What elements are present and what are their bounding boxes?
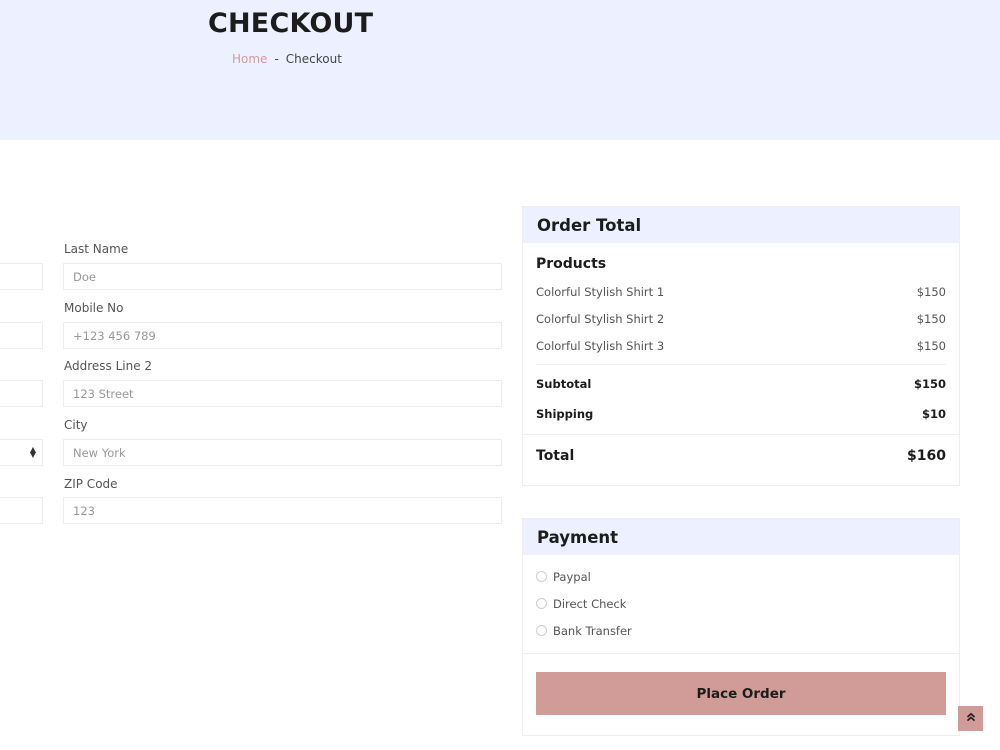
zip-code-field[interactable] — [63, 497, 502, 524]
address-line-2-label: Address Line 2 — [64, 359, 153, 373]
products-title: Products — [536, 256, 607, 272]
subtotal-value: $150 — [913, 377, 946, 391]
checkout-page: CHECKOUT Home - Checkout ▲▼ Last Name Mo… — [0, 0, 1000, 750]
shipping-value: $10 — [921, 407, 946, 421]
payment-option-bank-transfer[interactable]: Bank Transfer — [536, 617, 946, 644]
shipping-label: Shipping — [536, 407, 594, 421]
last-name-field[interactable] — [63, 263, 502, 290]
payment-option-direct-check[interactable]: Direct Check — [536, 590, 946, 617]
order-total-heading: Order Total — [523, 207, 959, 243]
total-row: Total $160 — [523, 435, 959, 477]
product-name: Colorful Stylish Shirt 3 — [536, 338, 665, 353]
subtotal-row: Subtotal $150 — [536, 369, 946, 399]
payment-heading: Payment — [523, 519, 959, 555]
payment-options: Paypal Direct Check Bank Transfer — [523, 555, 959, 644]
breadcrumb-separator: - — [274, 52, 279, 66]
payment-option-label: Bank Transfer — [553, 623, 632, 638]
product-row: Colorful Stylish Shirt 2 $150 — [536, 305, 946, 332]
page-title: CHECKOUT — [208, 8, 374, 39]
first-name-field[interactable] — [0, 263, 43, 290]
zip-code-label: ZIP Code — [64, 477, 118, 491]
product-list: Colorful Stylish Shirt 1 $150 Colorful S… — [536, 278, 946, 359]
total-label: Total — [536, 448, 575, 464]
total-value: $160 — [907, 448, 946, 464]
product-price: $150 — [916, 338, 946, 353]
state-field[interactable] — [0, 497, 43, 524]
subtotal-label: Subtotal — [536, 377, 592, 391]
product-name: Colorful Stylish Shirt 2 — [536, 311, 665, 326]
page-header: CHECKOUT Home - Checkout — [0, 0, 1000, 140]
product-row: Colorful Stylish Shirt 3 $150 — [536, 332, 946, 359]
payment-card: Payment Paypal Direct Check Bank Transfe… — [522, 518, 960, 736]
address-line-1-field[interactable] — [0, 380, 43, 407]
city-field[interactable] — [63, 439, 502, 466]
breadcrumb: Home - Checkout — [232, 52, 342, 66]
radio-button[interactable] — [536, 625, 547, 636]
mobile-field[interactable] — [63, 322, 502, 349]
divider — [536, 364, 946, 365]
product-name: Colorful Stylish Shirt 1 — [536, 284, 665, 299]
radio-button[interactable] — [536, 571, 547, 582]
payment-option-label: Paypal — [553, 569, 591, 584]
divider — [523, 653, 959, 654]
breadcrumb-home-link[interactable]: Home — [232, 52, 267, 66]
mobile-label: Mobile No — [64, 301, 124, 315]
order-total-card: Order Total Products Colorful Stylish Sh… — [522, 206, 960, 486]
last-name-label: Last Name — [64, 242, 129, 256]
email-field[interactable] — [0, 322, 43, 349]
double-chevron-up-icon — [966, 712, 976, 725]
product-row: Colorful Stylish Shirt 1 $150 — [536, 278, 946, 305]
product-price: $150 — [916, 311, 946, 326]
city-label: City — [64, 418, 88, 432]
breadcrumb-current: Checkout — [285, 52, 342, 66]
product-price: $150 — [916, 284, 946, 299]
address-line-2-field[interactable] — [63, 380, 502, 407]
payment-option-label: Direct Check — [553, 596, 627, 611]
back-to-top-button[interactable] — [958, 706, 983, 731]
place-order-button[interactable]: Place Order — [536, 672, 946, 715]
country-select[interactable]: ▲ ▼ — [0, 439, 43, 466]
select-arrows-icon: ▲ ▼ — [29, 445, 36, 459]
radio-button[interactable] — [536, 598, 547, 609]
shipping-row: Shipping $10 — [536, 399, 946, 429]
payment-option-paypal[interactable]: Paypal — [536, 563, 946, 590]
